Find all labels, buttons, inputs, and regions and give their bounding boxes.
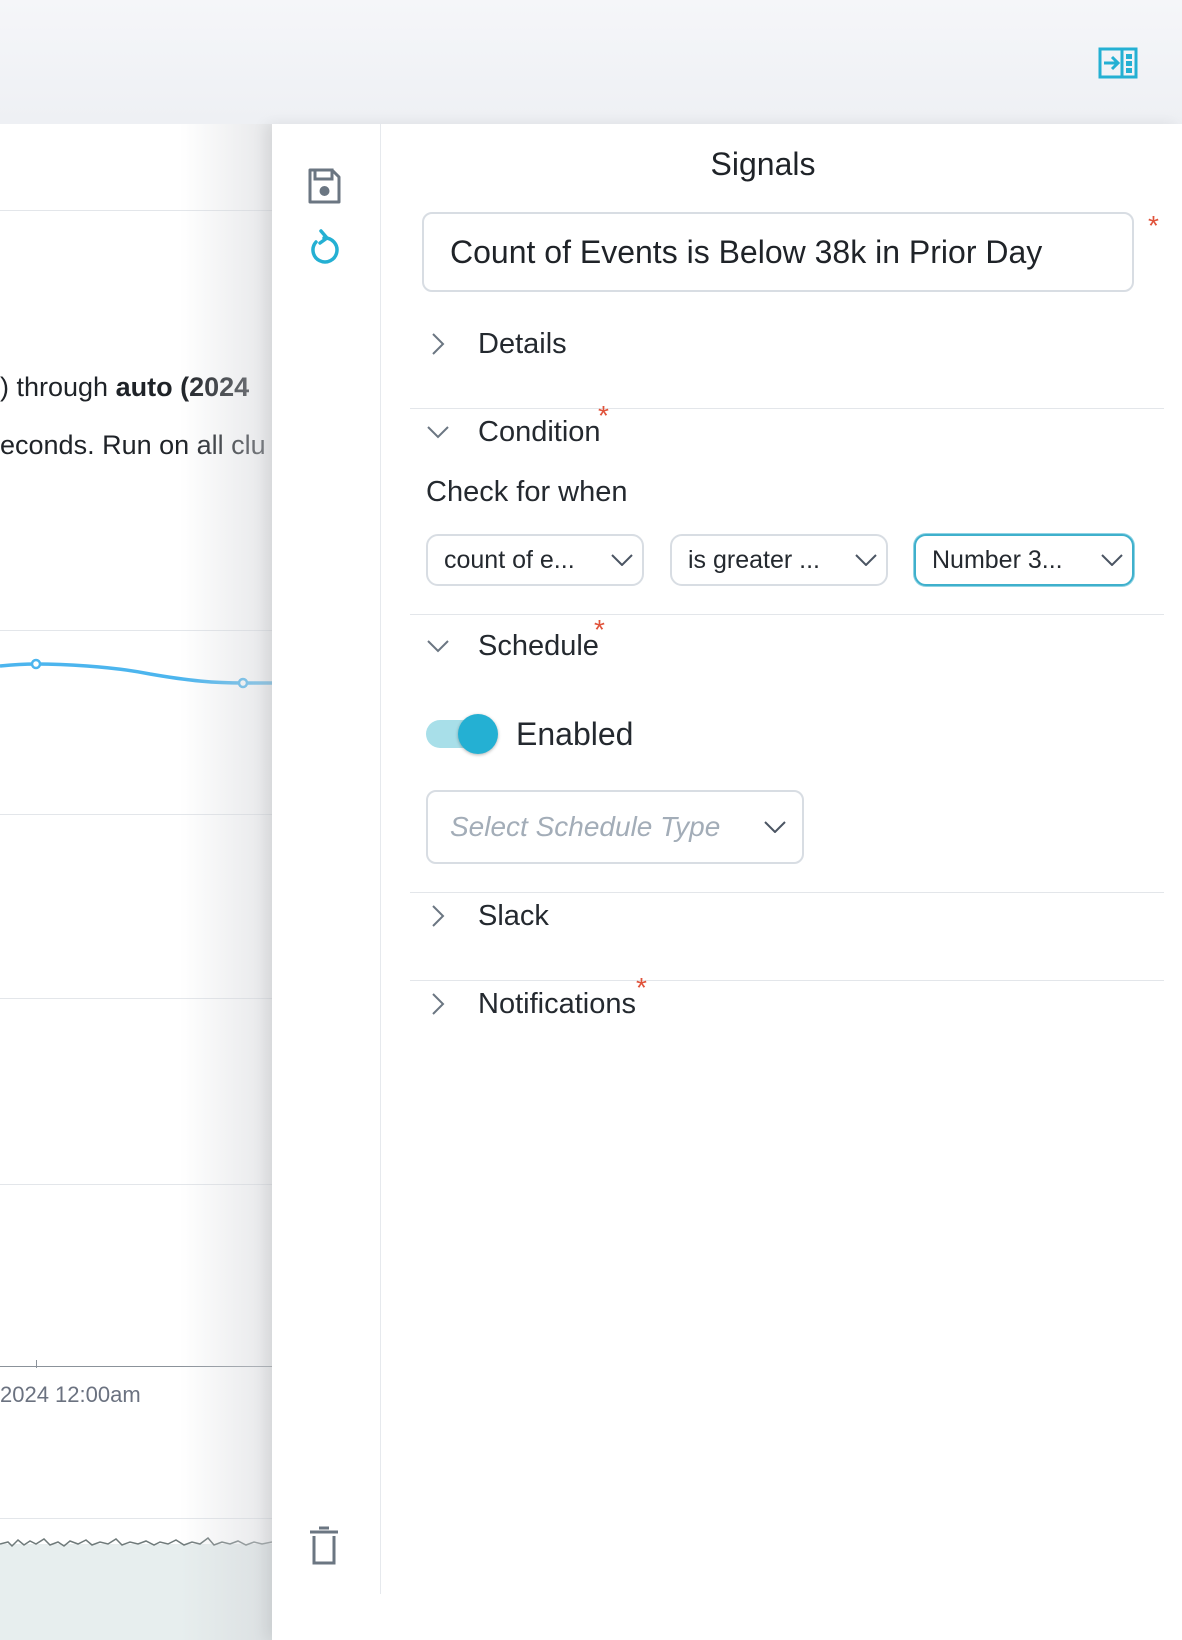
schedule-type-select[interactable]: Select Schedule Type [426,790,804,864]
trash-icon[interactable] [300,1522,348,1570]
section-notifications-label: Notifications [478,987,636,1020]
reset-icon[interactable] [300,224,348,272]
section-divider [410,980,1164,981]
condition-value-value: Number 3... [932,545,1063,574]
required-marker: * [636,972,647,1003]
toggle-knob [458,714,498,754]
section-notifications-header[interactable]: Notifications [424,982,636,1026]
section-details-label: Details [478,327,567,360]
save-icon[interactable] [300,162,348,210]
axis-tick [36,1360,37,1368]
required-marker: * [598,400,609,431]
drawer-title: Signals [710,146,816,182]
divider [0,1518,272,1519]
gridline [0,814,272,815]
condition-operator-select[interactable]: is greater ... [670,534,888,586]
chevron-right-icon [424,902,452,930]
section-schedule-label: Schedule [478,629,599,662]
condition-value-select[interactable]: Number 3... [914,534,1134,586]
chart-series-line [0,658,272,689]
chevron-down-icon [748,821,802,833]
chevron-down-icon [1092,554,1132,566]
divider [0,210,272,211]
section-slack-label: Slack [478,899,549,932]
schedule-enabled-toggle[interactable] [426,714,500,754]
chevron-down-icon [602,554,642,566]
chevron-right-icon [424,330,452,358]
sparkline-area [0,1544,272,1640]
gridline [0,998,272,999]
x-axis [0,1366,272,1367]
sparkline [0,1536,272,1548]
section-condition-header[interactable]: Condition [424,410,601,454]
signal-name-input[interactable] [422,212,1134,292]
chevron-down-icon [846,554,886,566]
chevron-right-icon [424,990,452,1018]
x-axis-tick-label: 2024 12:00am [0,1382,141,1407]
section-divider [410,408,1164,409]
gridline [0,1184,272,1185]
section-details-header[interactable]: Details [424,322,567,366]
query-description: ) through auto (2024 [0,372,250,402]
section-schedule-header[interactable]: Schedule [424,624,599,668]
background-dashboard: ) through auto (2024 econds. Run on all … [0,124,272,1640]
chart-point [237,677,249,689]
condition-operator-value: is greater ... [688,545,820,574]
chart-point [30,658,42,670]
top-bar [0,0,1182,124]
section-condition-label: Condition [478,415,601,448]
query-run-info: econds. Run on all clu [0,430,266,460]
section-divider [410,892,1164,893]
condition-field-value: count of e... [444,545,575,574]
section-divider [410,614,1164,615]
check-for-when-label: Check for when [426,476,628,508]
section-slack-header[interactable]: Slack [424,894,549,938]
chevron-down-icon [424,418,452,446]
required-marker: * [594,614,605,645]
signals-drawer: Signals * Details Condition * Check for … [272,124,1182,1640]
required-marker: * [1148,210,1159,241]
collapse-panel-icon[interactable] [1096,46,1140,80]
schedule-type-placeholder: Select Schedule Type [450,811,721,842]
condition-field-select[interactable]: count of e... [426,534,644,586]
gridline [0,630,272,631]
drawer-content: Signals * Details Condition * Check for … [380,124,1182,1640]
drawer-action-rail [272,124,381,1594]
schedule-enabled-label: Enabled [516,716,634,752]
chevron-down-icon [424,632,452,660]
